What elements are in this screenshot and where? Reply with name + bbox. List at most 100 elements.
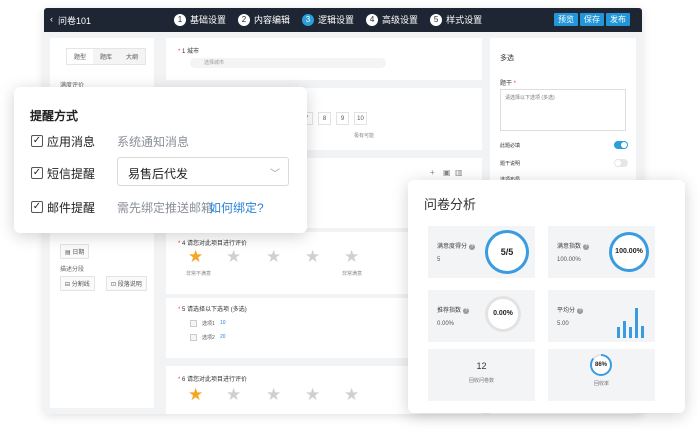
- responses-count: 12: [476, 361, 487, 371]
- date-button[interactable]: ▤ 日期: [60, 244, 90, 259]
- app-message-checkbox[interactable]: ✓: [31, 135, 43, 147]
- ring-value: 0.00%: [493, 310, 513, 317]
- publish-button[interactable]: 发布: [606, 13, 630, 26]
- step-number: 1: [174, 13, 186, 26]
- divider-button[interactable]: ⊟ 分割线: [60, 276, 95, 291]
- average-score-tile: 平均分? 5.00: [548, 290, 655, 342]
- high-label: 非常满意: [342, 271, 363, 277]
- help-icon[interactable]: ?: [577, 308, 584, 314]
- recovery-rate-tile: 86% 回收率: [548, 349, 655, 401]
- email-note: 需先绑定推送邮箱: [117, 201, 214, 215]
- star-icon[interactable]: ★: [344, 386, 359, 403]
- help-icon[interactable]: ?: [469, 244, 476, 250]
- describe-section-label: 描述分段: [60, 267, 85, 273]
- city-placeholder: 选择城市: [204, 60, 225, 66]
- step-number: 4: [366, 13, 379, 26]
- star-icon[interactable]: ★: [305, 248, 320, 265]
- desc-toggle[interactable]: [614, 159, 628, 167]
- stem-label: 题干 *: [500, 78, 516, 87]
- option-checkbox[interactable]: [190, 320, 197, 327]
- tile-label-text: 满意指数: [557, 244, 582, 250]
- required-toggle[interactable]: [614, 141, 628, 149]
- tile-label-text: 推荐指数: [437, 308, 462, 314]
- star-icon[interactable]: ★: [226, 386, 241, 403]
- bar: [641, 326, 644, 338]
- email-checkbox[interactable]: ✓: [31, 201, 43, 213]
- tab-types[interactable]: 题型: [67, 49, 94, 64]
- copy-icon[interactable]: ▣: [443, 168, 451, 177]
- city-select[interactable]: 选择城市: [190, 58, 386, 68]
- survey-title: 问卷101: [58, 16, 92, 26]
- step-content[interactable]: 2 内容编辑: [238, 13, 290, 26]
- question-number: 6: [182, 377, 186, 383]
- star-icon[interactable]: ★: [344, 248, 359, 265]
- stem-textarea[interactable]: 请选择以下选项 (多选): [500, 89, 626, 131]
- tile-label: 推荐指数?: [437, 305, 470, 314]
- help-icon[interactable]: ?: [463, 308, 470, 314]
- stem-value: 请选择以下选项 (多选): [505, 95, 555, 101]
- email-label: 邮件提醒: [47, 201, 96, 215]
- step-basic[interactable]: 1 基础设置: [174, 13, 226, 26]
- delete-icon[interactable]: ▥: [455, 168, 463, 177]
- recommend-index-tile: 推荐指数? 0.00% 0.00%: [428, 290, 535, 342]
- responses-tile: 12 回收问卷数: [428, 349, 535, 401]
- app-message-note: 系统通知消息: [117, 135, 190, 149]
- bar: [635, 308, 638, 338]
- tile-label: 满意度得分?: [437, 241, 476, 250]
- step-label: 逻辑设置: [318, 15, 355, 25]
- analysis-title: 问卷分析: [424, 197, 477, 212]
- sms-checkbox[interactable]: ✓: [31, 167, 43, 179]
- divider-label: 分割线: [71, 282, 90, 288]
- how-to-bind-link[interactable]: 如何绑定?: [209, 199, 264, 216]
- recovery-ring: 86%: [590, 354, 612, 376]
- question-number: 4: [182, 241, 186, 247]
- panel-title: 多选: [500, 55, 514, 62]
- star-icon[interactable]: ★: [266, 248, 281, 265]
- toggle-knob: [615, 160, 621, 166]
- help-icon[interactable]: ?: [583, 244, 590, 250]
- bar-chart-icon: [617, 298, 645, 338]
- desc-label: 题干说明: [500, 161, 521, 167]
- top-bar: ‹ 问卷101 1 基础设置 2 内容编辑 3 逻辑设置 4 高级设置 5 样式设置 预览…: [44, 8, 642, 32]
- stem-label-text: 题干: [500, 81, 513, 87]
- sms-provider-value: 易售后代发: [128, 167, 189, 181]
- scale-option[interactable]: 10: [354, 112, 367, 125]
- step-number: 2: [238, 13, 251, 26]
- save-button[interactable]: 保存: [580, 13, 604, 26]
- sms-provider-select[interactable]: 易售后代发 ﹀: [117, 157, 289, 186]
- ring-value: 86%: [594, 362, 607, 368]
- step-logic[interactable]: 3 逻辑设置: [302, 13, 354, 26]
- question-title: * 1 城市: [178, 46, 199, 55]
- tile-label: 满意指数?: [557, 241, 590, 250]
- add-icon[interactable]: +: [430, 168, 435, 177]
- step-style[interactable]: 5 样式设置: [430, 13, 482, 26]
- star-icon[interactable]: ★: [188, 386, 203, 403]
- tab-bank[interactable]: 题库: [93, 49, 119, 64]
- ring-value: 100.00%: [615, 248, 643, 255]
- question-title: * 4 请您对此项目进行评价: [178, 238, 247, 247]
- star-icon[interactable]: ★: [226, 248, 241, 265]
- panel-tabs: 题型 题库 大纲: [66, 48, 147, 65]
- paragraph-button[interactable]: ⊡ 段落说明: [106, 276, 147, 291]
- tab-outline[interactable]: 大纲: [119, 49, 145, 64]
- sms-label: 短信提醒: [47, 167, 96, 181]
- step-label: 高级设置: [382, 15, 419, 25]
- star-icon[interactable]: ★: [266, 386, 281, 403]
- step-advanced[interactable]: 4 高级设置: [366, 13, 418, 26]
- scale-option[interactable]: 9: [336, 112, 349, 125]
- tile-label: 平均分?: [557, 305, 584, 314]
- toggle-knob: [621, 142, 627, 148]
- scale-option[interactable]: 8: [318, 112, 331, 125]
- star-icon[interactable]: ★: [305, 386, 320, 403]
- option-checkbox[interactable]: [190, 334, 197, 341]
- satisfaction-score-tile: 满意度得分? 5 5/5: [428, 226, 535, 278]
- step-label: 样式设置: [446, 15, 483, 25]
- preview-button[interactable]: 预览: [554, 13, 578, 26]
- tile-value: 5: [437, 257, 441, 263]
- back-icon[interactable]: ‹: [50, 14, 53, 24]
- star-icon[interactable]: ★: [188, 248, 203, 265]
- step-label: 内容编辑: [254, 15, 291, 25]
- question-card-1[interactable]: * 1 城市 选择城市: [166, 38, 482, 80]
- required-label: 此题必填: [500, 143, 521, 149]
- option-label: 选项1: [202, 321, 215, 327]
